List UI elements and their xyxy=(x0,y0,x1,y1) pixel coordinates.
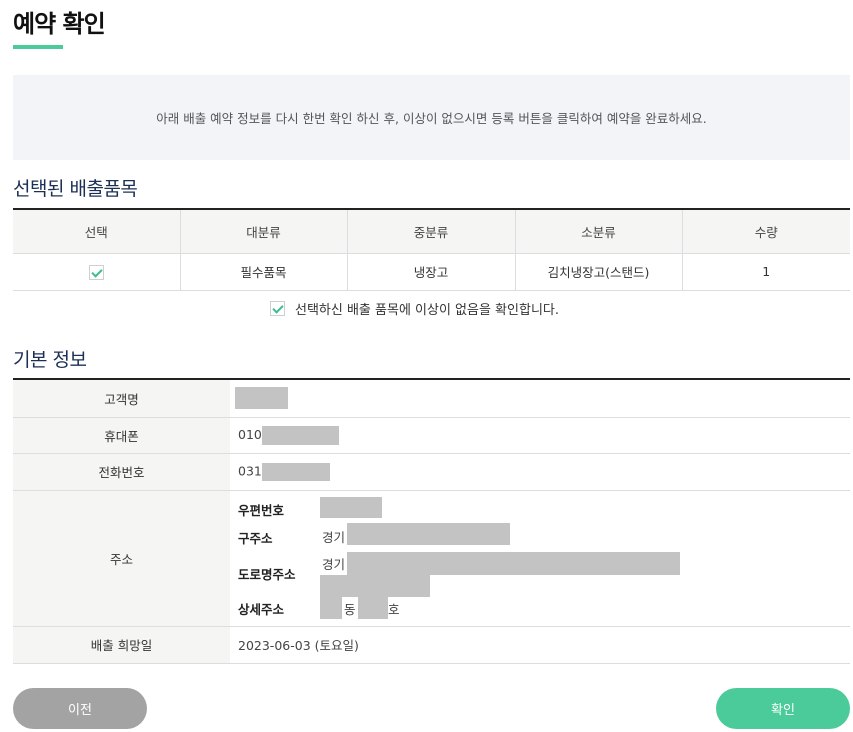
address-block: 우편번호 구주소 경기 도로명주소 경기 상세주소 동 호 xyxy=(230,491,850,626)
qty-cell: 1 xyxy=(682,253,850,291)
notice-text: 아래 배출 예약 정보를 다시 한번 확인 하신 후, 이상이 없으시면 등록 … xyxy=(156,111,707,126)
redacted-dong xyxy=(320,596,342,619)
items-table: 선택 대분류 중분류 소분류 수량 필수품목 냉장고 김치냉장고(스탠드) 1 xyxy=(13,210,850,291)
info-row-name: 고객명 xyxy=(13,380,850,418)
name-value xyxy=(230,380,850,418)
mobile-label: 휴대폰 xyxy=(13,417,230,454)
prev-button-label: 이전 xyxy=(68,703,92,718)
info-row-address: 주소 우편번호 구주소 경기 도로명주소 경기 상세주소 동 호 xyxy=(13,490,850,627)
col-header-middle: 중분류 xyxy=(347,210,516,254)
detail-ho: 호 xyxy=(388,601,400,617)
address-value: 우편번호 구주소 경기 도로명주소 경기 상세주소 동 호 xyxy=(230,490,850,627)
info-section-title: 기본 정보 xyxy=(13,349,87,371)
date-label: 배출 희망일 xyxy=(13,626,230,664)
middle-cell: 냉장고 xyxy=(347,253,516,291)
confirm-label[interactable]: 선택하신 배출 품목에 이상이 없음을 확인합니다. xyxy=(295,299,559,318)
info-row-date: 배출 희망일 2023-06-03 (토요일) xyxy=(13,626,850,664)
page-title: 예약 확인 xyxy=(13,10,106,38)
old-address-prefix: 경기 xyxy=(322,529,346,545)
phone-label: 전화번호 xyxy=(13,453,230,491)
redacted-ho xyxy=(358,596,388,619)
minor-cell: 김치냉장고(스탠드) xyxy=(515,253,683,291)
redacted-road-address-line2 xyxy=(320,574,430,597)
redacted-mobile xyxy=(261,425,339,445)
items-section-title: 선택된 배출품목 xyxy=(13,178,138,200)
col-header-minor: 소분류 xyxy=(515,210,683,254)
items-table-header: 선택 대분류 중분류 소분류 수량 xyxy=(13,210,850,254)
name-label: 고객명 xyxy=(13,380,230,418)
detail-address-label: 상세주소 xyxy=(238,601,285,617)
table-row: 필수품목 냉장고 김치냉장고(스탠드) 1 xyxy=(13,253,850,291)
item-select-checkbox[interactable] xyxy=(88,264,104,280)
zip-label: 우편번호 xyxy=(238,502,285,518)
phone-value: 031 xyxy=(230,453,850,491)
road-address-label: 도로명주소 xyxy=(238,566,296,582)
detail-dong: 동 xyxy=(344,601,356,617)
col-header-major: 대분류 xyxy=(180,210,348,254)
notice-box: 아래 배출 예약 정보를 다시 한번 확인 하신 후, 이상이 없으시면 등록 … xyxy=(13,75,850,160)
col-header-select: 선택 xyxy=(13,210,181,254)
phone-prefix: 031 xyxy=(238,463,262,478)
address-label: 주소 xyxy=(13,490,230,627)
redacted-old-address xyxy=(347,522,510,545)
road-address-prefix: 경기 xyxy=(322,556,346,572)
col-header-qty: 수량 xyxy=(682,210,850,254)
title-underline xyxy=(13,45,63,49)
info-row-mobile: 휴대폰 010 xyxy=(13,417,850,454)
info-row-phone: 전화번호 031 xyxy=(13,453,850,491)
redacted-zip xyxy=(320,496,382,518)
date-value: 2023-06-03 (토요일) xyxy=(230,626,850,664)
confirm-checkbox[interactable] xyxy=(270,301,285,316)
info-table: 고객명 휴대폰 010 전화번호 031 주소 우편번호 구주소 경기 도로명주… xyxy=(13,380,850,664)
mobile-prefix: 010 xyxy=(238,426,262,442)
old-address-label: 구주소 xyxy=(238,530,273,546)
confirm-button[interactable]: 확인 xyxy=(716,688,850,729)
redacted-name xyxy=(235,387,288,410)
select-cell xyxy=(13,253,181,291)
confirm-row: 선택하신 배출 품목에 이상이 없음을 확인합니다. xyxy=(270,299,559,318)
confirm-button-label: 확인 xyxy=(771,703,795,718)
redacted-road-address xyxy=(347,551,680,575)
major-cell: 필수품목 xyxy=(180,253,348,291)
prev-button[interactable]: 이전 xyxy=(13,688,147,729)
mobile-value: 010 xyxy=(230,417,850,454)
redacted-phone xyxy=(261,462,330,481)
